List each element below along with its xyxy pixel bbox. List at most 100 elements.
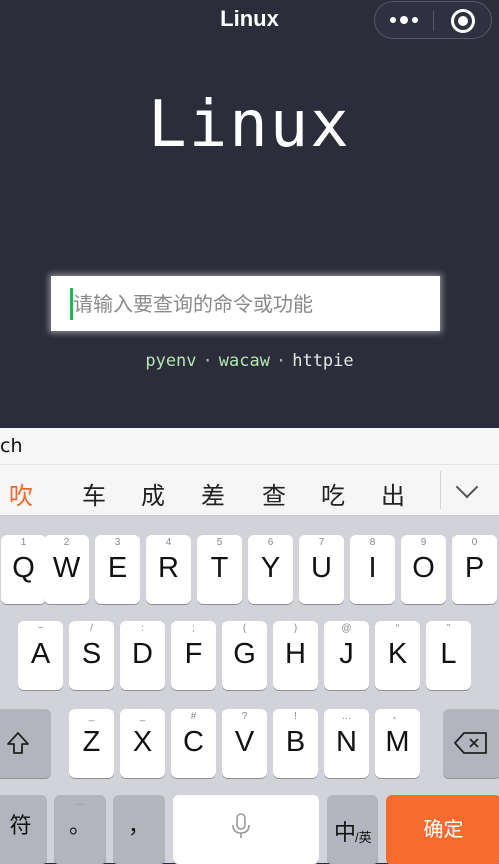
pinyin-text: ch [0, 435, 23, 457]
key-m[interactable]: 、 M [375, 709, 420, 778]
key-label: ， [127, 813, 150, 838]
key-d[interactable]: :D [120, 621, 165, 690]
suggestion-link[interactable]: wacaw [219, 351, 270, 371]
candidate-word[interactable]: 吹 [9, 476, 33, 511]
candidate-divider [440, 471, 441, 509]
key-g[interactable]: (G [222, 621, 267, 690]
search-input[interactable] [73, 276, 433, 331]
key-l[interactable]: ” L [426, 621, 471, 690]
key-label: U [311, 552, 332, 584]
backspace-icon [454, 732, 487, 754]
candidate-word[interactable]: 吃 [321, 476, 345, 511]
key-label: L [440, 638, 457, 670]
key-o[interactable]: 9O [401, 535, 446, 604]
comma-key[interactable]: ， [113, 795, 165, 864]
key-h[interactable]: ) H [273, 621, 318, 690]
key-u[interactable]: 7U [299, 535, 344, 604]
key-k[interactable]: “K [375, 621, 420, 690]
candidate-word[interactable]: 差 [201, 476, 225, 511]
symbol-key[interactable]: 符 [0, 795, 47, 864]
key-f[interactable]: ; F [171, 621, 216, 690]
key-e[interactable]: 3E [95, 535, 140, 604]
key-hint-label: “ [395, 623, 400, 634]
mini-program-capsule [374, 1, 492, 39]
candidate-word[interactable]: 出 [381, 476, 405, 511]
pinyin-composition-bar: ch [0, 428, 499, 464]
candidate-word[interactable]: 车 [82, 476, 106, 511]
candidate-bar: 吹 车 成 差 查 吃 出 [0, 464, 499, 516]
expand-candidates-chevron-down-icon[interactable] [455, 475, 479, 499]
confirm-button[interactable]: 确定 [386, 795, 499, 864]
key-hint-label: ; [192, 623, 195, 634]
key-label: T [210, 552, 229, 584]
key-label: R [158, 552, 179, 584]
key-s[interactable]: / S [69, 621, 114, 690]
key-hint-label: 0 [471, 537, 478, 548]
suggestion-link[interactable]: pyenv [145, 351, 196, 371]
key-i[interactable]: 8I [350, 535, 395, 604]
key-hint-label: / [90, 623, 93, 634]
navigation-bar: Linux [0, 0, 499, 40]
key-hint-label: 6 [267, 537, 274, 548]
period-key[interactable]: …。 [54, 795, 106, 864]
key-p[interactable]: 0P [452, 535, 497, 604]
shift-key[interactable] [0, 709, 51, 778]
key-hint-label: 3 [114, 537, 121, 548]
key-hint-label: 、 [392, 711, 403, 722]
key-q[interactable]: 1Q [1, 535, 46, 604]
key-a[interactable]: ~ A [18, 621, 63, 690]
key-hint-label: 8 [369, 537, 376, 548]
candidate-word[interactable]: 成 [141, 476, 165, 511]
key-x[interactable]: _ X [120, 709, 165, 778]
suggestion-link[interactable]: httpie [292, 351, 353, 371]
key-label: 。 [68, 813, 91, 838]
key-v[interactable]: ? V [222, 709, 267, 778]
key-hint-label: ( [242, 623, 247, 634]
key-label: 确定 [423, 819, 464, 841]
capsule-divider [433, 11, 434, 31]
app-logo: Linux [148, 88, 351, 162]
key-hint-label: _ [88, 711, 95, 722]
key-label: J [339, 638, 354, 670]
key-j[interactable]: @ J [324, 621, 369, 690]
key-w[interactable]: 2W [44, 535, 89, 604]
candidate-word[interactable]: 查 [262, 476, 286, 511]
microphone-icon [232, 813, 250, 838]
key-label: K [387, 638, 408, 670]
key-label: I [368, 552, 377, 584]
close-mini-program-icon[interactable] [451, 9, 475, 33]
key-label: E [107, 552, 128, 584]
key-hint-label: ~ [37, 623, 44, 634]
key-hint-label: 5 [216, 537, 223, 548]
app-screen: Linux Linux pyenv·wacaw·httpie [0, 0, 499, 428]
search-box[interactable] [51, 276, 440, 331]
key-label: M [385, 726, 410, 758]
key-label: W [52, 552, 81, 584]
more-options-icon[interactable] [375, 2, 433, 38]
chinese-keyboard: ch 吹 车 成 差 查 吃 出 1Q 2W 3E 4R 5T 6Y 7U 8I… [0, 428, 499, 864]
key-hint-label: 4 [165, 537, 172, 548]
key-z[interactable]: _ Z [69, 709, 114, 778]
key-hint-label: ! [294, 711, 297, 722]
key-c[interactable]: # C [171, 709, 216, 778]
shift-arrow-icon [7, 732, 29, 754]
key-label: P [464, 552, 485, 584]
language-sub-label: /英 [355, 830, 372, 845]
key-label: F [184, 638, 203, 670]
key-label: B [285, 726, 306, 758]
key-label: S [81, 638, 102, 670]
key-hint-label: : [141, 623, 144, 634]
space-key[interactable] [173, 795, 319, 864]
key-b[interactable]: ! B [273, 709, 318, 778]
key-t[interactable]: 5T [197, 535, 242, 604]
key-hint-label: … [75, 797, 85, 808]
key-label: D [132, 638, 153, 670]
key-hint-label: 1 [20, 537, 27, 548]
key-hint-label: @ [341, 623, 352, 634]
delete-key[interactable] [443, 709, 499, 778]
suggestion-separator: · [275, 351, 287, 371]
key-y[interactable]: 6Y [248, 535, 293, 604]
key-r[interactable]: 4R [146, 535, 191, 604]
key-n[interactable]: … N [324, 709, 369, 778]
language-switch-key[interactable]: 中 /英 [327, 795, 378, 864]
